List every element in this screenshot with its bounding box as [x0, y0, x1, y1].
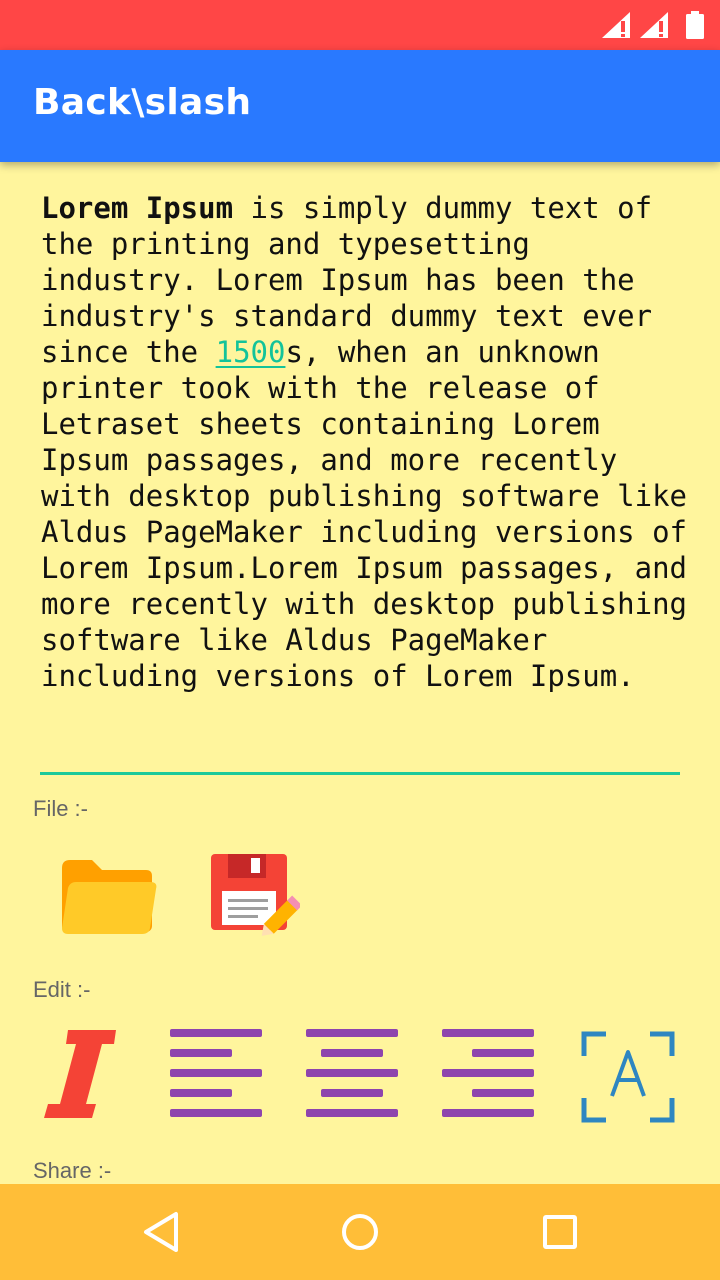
align-center-icon[interactable] [304, 1027, 400, 1119]
home-icon[interactable] [322, 1194, 398, 1270]
editor-underline [40, 772, 680, 775]
editor-text-part: s, when an unknown printer took with the… [41, 335, 688, 693]
text-select-icon[interactable] [580, 1030, 676, 1124]
align-left-icon[interactable] [168, 1027, 264, 1119]
battery-icon [686, 11, 704, 39]
edit-section-label: Edit :- [33, 977, 91, 1002]
italic-icon[interactable] [38, 1024, 122, 1120]
back-icon[interactable] [122, 1194, 198, 1270]
text-editor[interactable]: Lorem Ipsum is simply dummy text of the … [41, 190, 693, 694]
save-floppy-icon[interactable] [208, 851, 300, 943]
signal-no-data-icon [602, 12, 630, 38]
align-right-icon[interactable] [440, 1027, 536, 1119]
navigation-bar [0, 1184, 720, 1280]
signal-no-data-icon [640, 12, 668, 38]
editor-link[interactable]: 1500 [216, 335, 286, 369]
app-bar: Back\slash [0, 50, 720, 162]
status-bar [0, 0, 720, 50]
app-title: Back\slash [33, 82, 252, 123]
open-folder-icon[interactable] [58, 856, 158, 936]
bold-text: Lorem Ipsum [41, 191, 234, 225]
share-section-label: Share :- [33, 1158, 112, 1183]
file-section-label: File :- [33, 796, 88, 821]
recents-icon[interactable] [522, 1194, 598, 1270]
